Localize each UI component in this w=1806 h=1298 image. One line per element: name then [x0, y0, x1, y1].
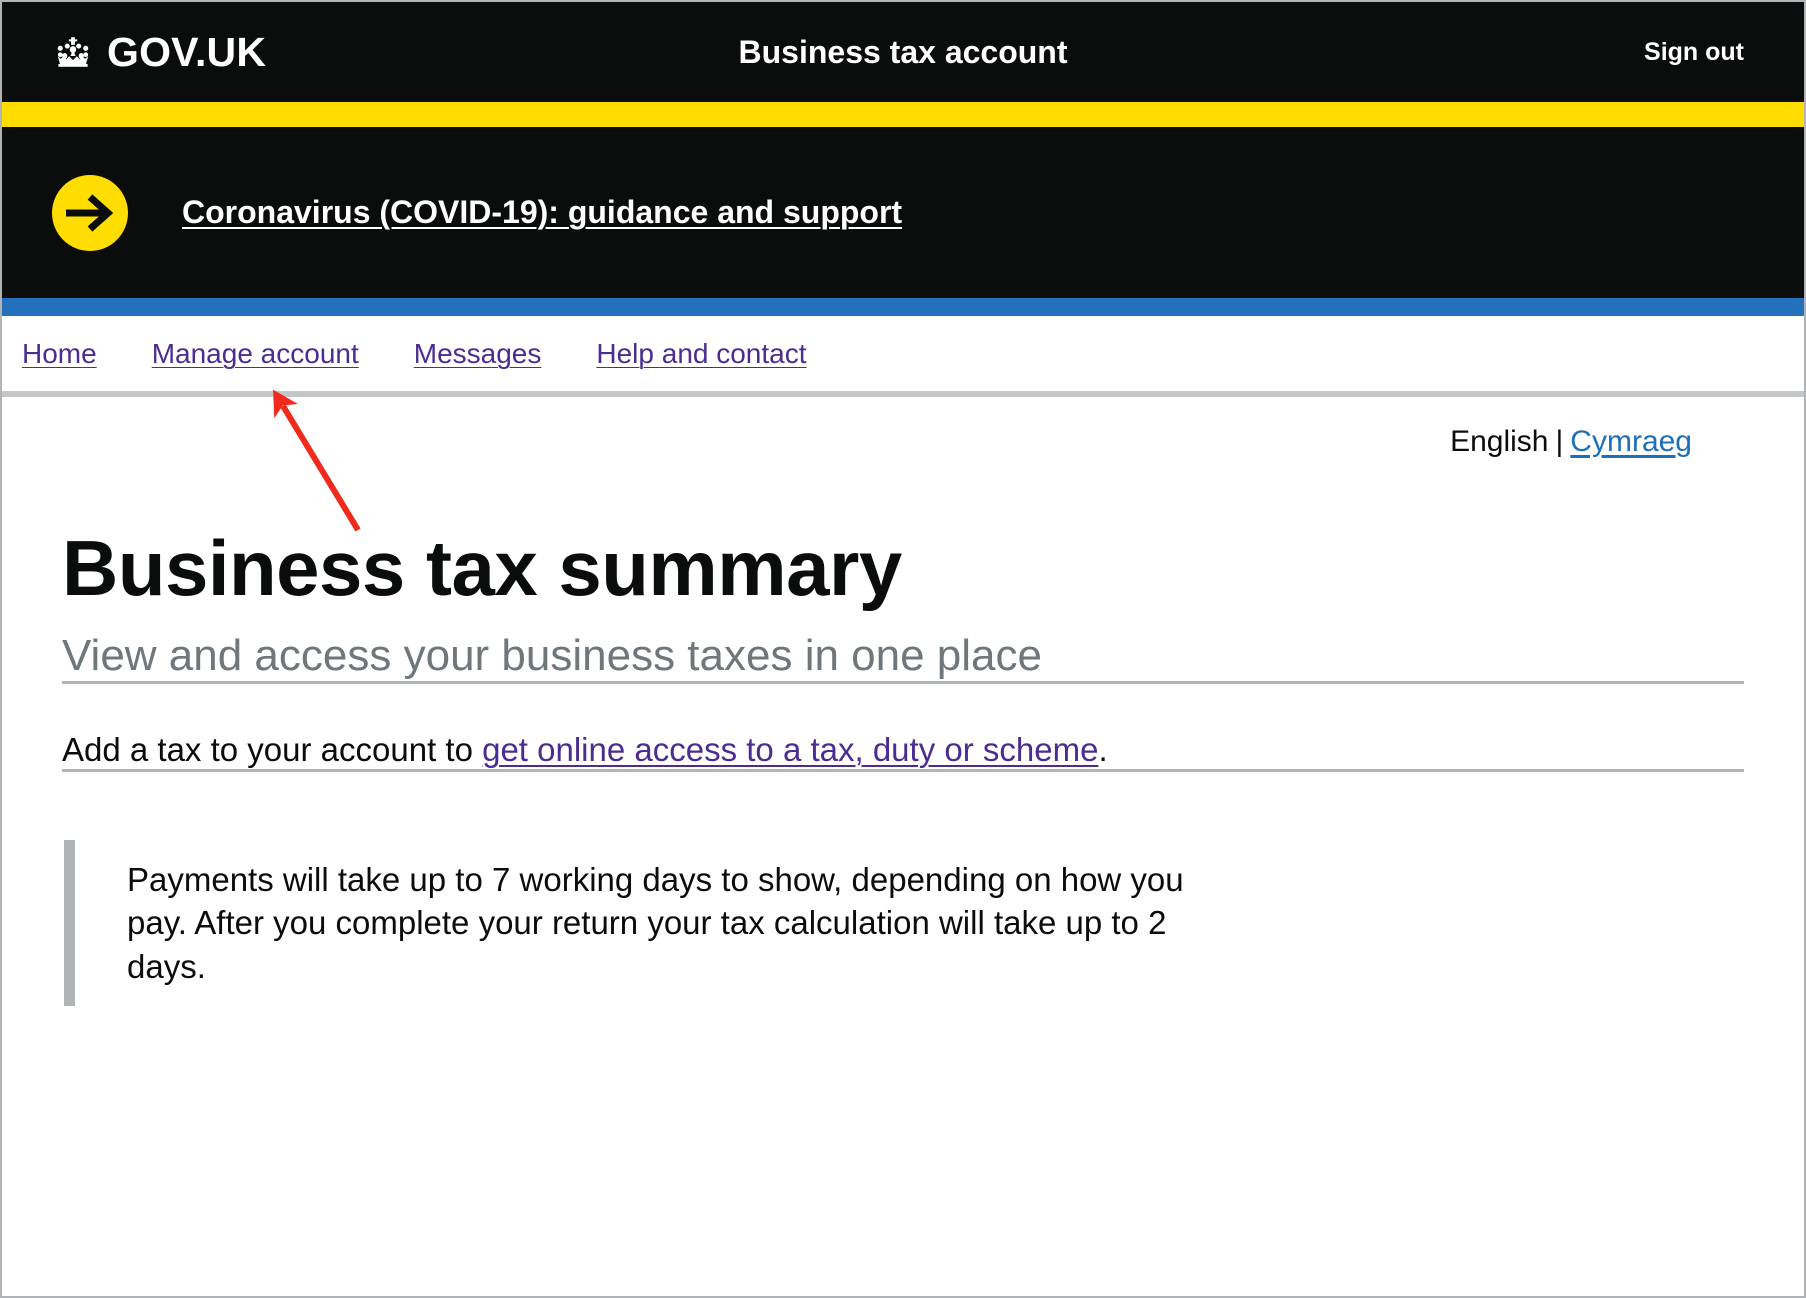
service-name: Business tax account [738, 33, 1068, 70]
page-subtitle: View and access your business taxes in o… [62, 630, 1042, 680]
govuk-logo-link[interactable]: GOV.UK [52, 28, 267, 75]
covid-guidance-link[interactable]: Coronavirus (COVID-19): guidance and sup… [182, 194, 902, 231]
divider-below-add-tax [62, 768, 1744, 772]
payments-inset-text-body: Payments will take up to 7 working days … [127, 860, 1184, 985]
govuk-header: GOV.UK Business tax account Sign out [2, 2, 1804, 102]
sign-out-link[interactable]: Sign out [1644, 38, 1744, 67]
add-tax-suffix-text: . [1098, 730, 1108, 768]
nav-item-messages[interactable]: Messages [414, 338, 542, 370]
page-root: GOV.UK Business tax account Sign out Cor… [0, 0, 1806, 1298]
account-navigation: Home Manage account Messages Help and co… [2, 316, 1804, 391]
arrow-right-circle-icon [52, 174, 128, 251]
nav-item-home[interactable]: Home [22, 338, 97, 370]
language-separator: | [1555, 425, 1564, 458]
govuk-yellow-divider [2, 102, 1804, 127]
nav-item-help-and-contact[interactable]: Help and contact [596, 338, 806, 370]
language-switcher: English | Cymraeg [62, 397, 1744, 459]
language-welsh-link[interactable]: Cymraeg [1570, 425, 1692, 458]
crown-icon [52, 35, 94, 69]
language-current: English [1450, 425, 1549, 458]
page-title: Business tax summary [62, 524, 902, 612]
covid-banner: Coronavirus (COVID-19): guidance and sup… [2, 127, 1804, 298]
divider-above-add-tax [62, 680, 1744, 684]
add-tax-link[interactable]: get online access to a tax, duty or sche… [482, 731, 1098, 768]
add-tax-paragraph: Add a tax to your account to get online … [62, 731, 1744, 769]
nav-item-manage-account[interactable]: Manage account [152, 338, 359, 370]
main-content: English | Cymraeg Business tax summary Vie… [2, 397, 1804, 1007]
govuk-logo-text: GOV.UK [107, 28, 267, 75]
add-tax-prefix-text: Add a tax to your account to [62, 730, 483, 768]
payments-inset-text: Payments will take up to 7 working days … [64, 839, 1207, 1007]
account-nav-blue-bar [2, 298, 1804, 316]
